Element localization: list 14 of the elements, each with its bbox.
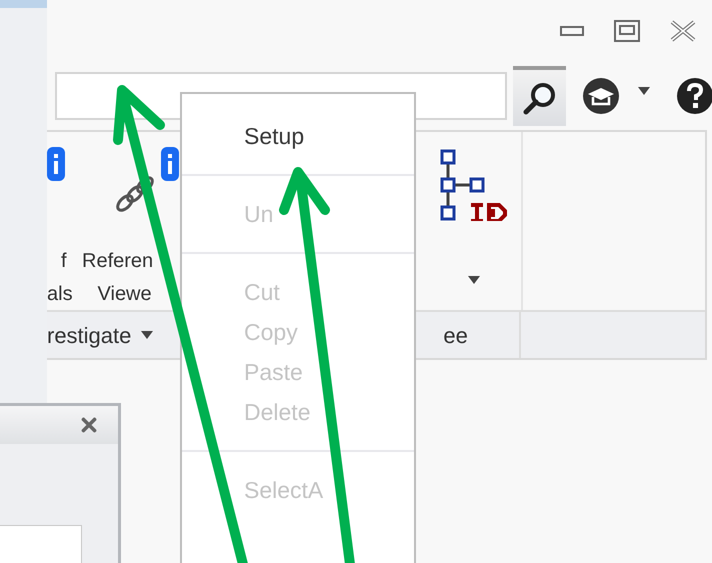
search-icon: [522, 81, 556, 115]
help-icon[interactable]: [676, 77, 712, 115]
minimize-icon[interactable]: [560, 25, 584, 37]
restore-icon[interactable]: [614, 20, 640, 42]
menu-item[interactable]: Setup: [244, 116, 304, 156]
hierarchy-id-icon: [439, 147, 509, 221]
close-icon[interactable]: [670, 20, 696, 42]
caret-icon[interactable]: [468, 276, 480, 284]
caret-icon[interactable]: [638, 87, 650, 95]
ribbon-button[interactable]: f als: [47, 147, 82, 310]
graduation-cap-icon[interactable]: [582, 77, 620, 115]
group-label[interactable]: restigate: [47, 318, 154, 352]
group-label[interactable]: ee: [443, 318, 468, 352]
search-button[interactable]: [513, 66, 566, 126]
